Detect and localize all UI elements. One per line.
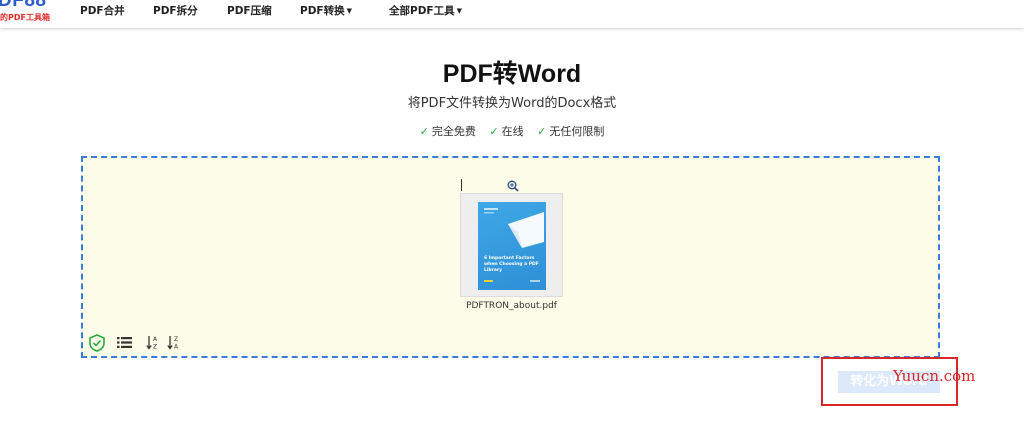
thumbnail-graphic (484, 208, 544, 282)
nav-pdf-merge[interactable]: PDF合并 (80, 4, 125, 18)
svg-text:Z: Z (153, 344, 157, 351)
check-icon: ✓ (489, 125, 499, 138)
feature-item: ✓ 完全免费 (420, 125, 476, 138)
nav-all-pdf-tools-dropdown[interactable]: 全部PDF工具 ▼ (389, 4, 462, 18)
nav-label: PDF拆分 (153, 5, 198, 17)
thumbnail-text: 6 Important Factors when Choosing a PDF … (484, 256, 539, 273)
shield-check-icon[interactable] (89, 334, 105, 352)
feature-label: 在线 (501, 125, 524, 138)
nav-pdf-split[interactable]: PDF拆分 (153, 4, 198, 18)
check-icon: ✓ (537, 125, 547, 138)
nav-label: PDF合并 (80, 5, 125, 17)
sort-za-icon[interactable]: Z A (167, 335, 181, 350)
nav-label: PDF转换 (300, 5, 345, 17)
feature-item: ✓ 无任何限制 (537, 125, 604, 138)
check-icon: ✓ (419, 125, 429, 138)
sort-az-icon[interactable]: A Z (146, 335, 160, 350)
caret-down-icon: ▼ (456, 7, 462, 15)
caret-down-icon: ▼ (346, 7, 352, 15)
feature-label: 无任何限制 (549, 125, 605, 138)
feature-label: 完全免费 (431, 125, 476, 138)
list-icon[interactable] (117, 336, 132, 349)
nav-pdf-convert-dropdown[interactable]: PDF转换 ▼ (300, 4, 352, 18)
feature-item: ✓ 在线 (489, 125, 523, 138)
file-name: PDFTRON_about.pdf (466, 301, 557, 311)
site-logo[interactable]: DF88 (0, 0, 46, 10)
nav-label: PDF压缩 (227, 5, 272, 17)
page-title: PDF转Word (442, 60, 582, 88)
site-logo-subtitle: 的PDF工具箱 (0, 13, 50, 22)
page-subtitle: 将PDF文件转换为Word的Docx格式 (407, 96, 617, 111)
pdf-thumbnail: 6 Important Factors when Choosing a PDF … (478, 202, 546, 290)
feature-list: ✓ 完全免费 ✓ 在线 ✓ 无任何限制 (0, 124, 1024, 140)
top-navbar: DF88 的PDF工具箱 PDF合并 PDF拆分 PDF压缩 PDF转换 ▼ 全部… (0, 0, 1024, 28)
watermark-text: Yuucn.com (893, 367, 976, 385)
nav-pdf-compress[interactable]: PDF压缩 (227, 4, 272, 18)
file-drop-zone[interactable]: 6 Important Factors when Choosing a PDF … (81, 156, 940, 358)
svg-text:A: A (153, 336, 158, 343)
text-cursor (461, 179, 462, 191)
svg-text:A: A (174, 344, 179, 351)
nav-label: 全部PDF工具 (389, 5, 455, 17)
svg-text:Z: Z (174, 336, 178, 343)
file-card[interactable]: 6 Important Factors when Choosing a PDF … (460, 193, 563, 297)
zoom-in-icon[interactable] (507, 180, 519, 192)
